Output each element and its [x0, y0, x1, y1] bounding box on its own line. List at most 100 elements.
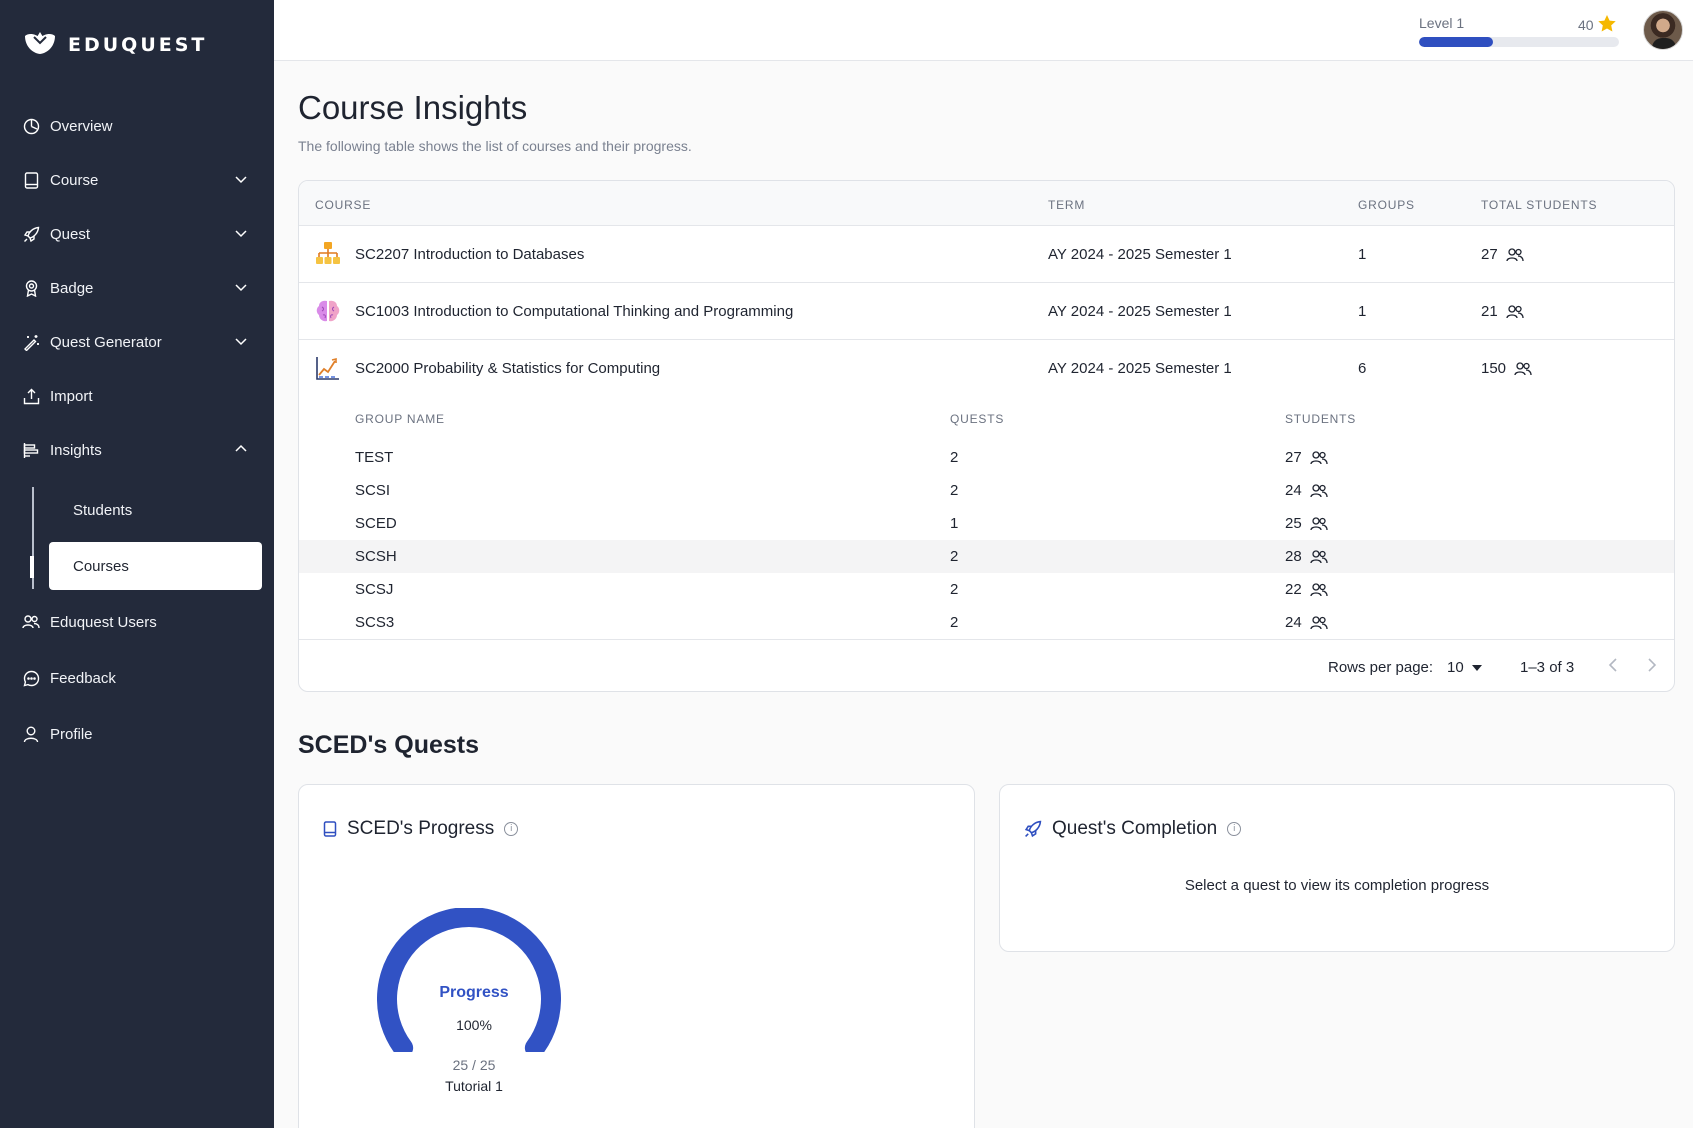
course-term: AY 2024 - 2025 Semester 1 — [1048, 303, 1232, 320]
info-icon[interactable]: i — [504, 822, 519, 836]
completion-empty-message: Select a quest to view its completion pr… — [1184, 877, 1490, 894]
completion-card-title: Quest's Completion i — [1024, 818, 1242, 840]
sidebar-item-label: Profile — [50, 725, 93, 743]
group-name: SCSI — [355, 482, 391, 499]
badge-icon — [22, 279, 40, 297]
rows-per-page-label: Rows per page: — [1328, 659, 1434, 676]
chart-pie-icon — [22, 117, 40, 135]
level-progress-fill — [1419, 37, 1493, 47]
group-students: 24 — [1285, 482, 1328, 499]
pagination-range: 1–3 of 3 — [1520, 659, 1575, 676]
users-icon — [1310, 483, 1328, 497]
rows-per-page-value: 10 — [1447, 659, 1464, 676]
group-header-students: STUDENTS — [1285, 412, 1357, 426]
progress-count: 25 / 25 — [452, 1057, 496, 1073]
avatar[interactable] — [1643, 10, 1683, 50]
group-students: 24 — [1285, 614, 1328, 631]
group-quests: 2 — [950, 581, 959, 598]
group-row-hovered[interactable]: SCSH 2 28 — [299, 540, 1674, 573]
sidebar-subitem-label: Courses — [73, 557, 129, 575]
students-count: 22 — [1285, 581, 1302, 598]
group-row[interactable]: TEST 2 27 — [299, 441, 1674, 474]
group-row[interactable]: SCED 1 25 — [299, 507, 1674, 540]
chevron-down-icon — [234, 334, 248, 352]
sidebar-item-feedback[interactable]: Feedback — [22, 660, 250, 696]
course-groups: 1 — [1358, 246, 1367, 263]
sidebar-item-label: Course — [50, 171, 99, 189]
sidebar-item-profile[interactable]: Profile — [22, 716, 250, 752]
users-icon — [1310, 615, 1328, 629]
students-count: 24 — [1285, 614, 1302, 631]
students-count: 28 — [1285, 548, 1302, 565]
group-students: 22 — [1285, 581, 1328, 598]
sidebar-subitem-courses[interactable]: Courses — [49, 542, 262, 590]
sidebar-item-insights[interactable]: Insights — [22, 432, 250, 468]
points-display: 40 — [1578, 14, 1617, 36]
sidebar-item-course[interactable]: Course — [22, 162, 250, 198]
sidebar-item-import[interactable]: Import — [22, 378, 250, 414]
gauge-value: 100% — [456, 1017, 492, 1033]
sidebar-item-label: Import — [50, 387, 93, 405]
table-row[interactable]: SC1003 Introduction to Computational Thi… — [299, 283, 1674, 340]
group-students: 25 — [1285, 515, 1328, 532]
column-header-course: COURSE — [315, 198, 372, 212]
sidebar-item-quest[interactable]: Quest — [22, 216, 250, 252]
book-icon — [323, 821, 337, 837]
sidebar-item-label: Feedback — [50, 669, 116, 687]
sidebar-item-quest-generator[interactable]: Quest Generator — [22, 324, 250, 360]
students-count: 25 — [1285, 515, 1302, 532]
eduquest-logo-icon — [24, 29, 56, 60]
course-term: AY 2024 - 2025 Semester 1 — [1048, 360, 1232, 377]
column-header-total-students: TOTAL STUDENTS — [1481, 198, 1598, 212]
sidebar-item-label: Insights — [50, 441, 102, 459]
submenu-active-marker — [30, 556, 34, 578]
sidebar-subitem-students[interactable]: Students — [49, 486, 262, 534]
table-header: COURSE TERM GROUPS TOTAL STUDENTS — [299, 181, 1674, 226]
chevron-right-icon — [1648, 658, 1657, 672]
group-row[interactable]: SCSI 2 24 — [299, 474, 1674, 507]
page-title: Course Insights — [298, 89, 528, 126]
sidebar-item-badge[interactable]: Badge — [22, 270, 250, 306]
chevron-down-icon — [234, 226, 248, 244]
page-subtitle: The following table shows the list of co… — [298, 138, 692, 154]
course-students: 150 — [1481, 360, 1532, 377]
sidebar-item-overview[interactable]: Overview — [22, 108, 250, 144]
group-row[interactable]: SCS3 2 24 — [299, 606, 1674, 639]
course-table: COURSE TERM GROUPS TOTAL STUDENTS SC2207… — [298, 180, 1675, 692]
group-students: 28 — [1285, 548, 1328, 565]
chevron-up-icon — [234, 442, 248, 460]
rocket-icon — [22, 225, 40, 243]
sidebar-item-label: Quest — [50, 225, 91, 243]
rows-per-page-select[interactable]: 10 — [1447, 659, 1482, 676]
table-pagination: Rows per page: 10 1–3 of 3 — [299, 639, 1674, 691]
star-icon — [1597, 14, 1617, 36]
users-icon — [1506, 304, 1524, 318]
next-page-button[interactable] — [1644, 657, 1658, 677]
column-header-groups: GROUPS — [1358, 198, 1415, 212]
database-icon — [315, 241, 341, 267]
students-count: 24 — [1285, 482, 1302, 499]
completion-card: Quest's Completion i Select a quest to v… — [999, 784, 1675, 952]
level-label: Level 1 — [1419, 15, 1465, 31]
info-icon[interactable]: i — [1227, 822, 1242, 836]
completion-card-title-text: Quest's Completion — [1052, 818, 1218, 839]
course-name: SC2207 Introduction to Databases — [355, 246, 585, 263]
rocket-icon — [1024, 820, 1042, 838]
sidebar-item-eduquest-users[interactable]: Eduquest Users — [22, 604, 250, 640]
progress-card: SCED's Progress i Progress 100% 25 / 25 … — [298, 784, 975, 1128]
group-name: SCSH — [355, 548, 397, 565]
group-name: SCSJ — [355, 581, 394, 598]
previous-page-button[interactable] — [1607, 657, 1621, 677]
level-progress-bar — [1419, 37, 1619, 47]
course-term: AY 2024 - 2025 Semester 1 — [1048, 246, 1232, 263]
group-students: 27 — [1285, 449, 1328, 466]
brand-logo[interactable]: EDUQUEST — [24, 29, 207, 60]
chevron-down-icon — [234, 172, 248, 190]
users-icon — [1310, 582, 1328, 596]
group-row[interactable]: SCSJ 2 22 — [299, 573, 1674, 606]
table-row[interactable]: SC2207 Introduction to Databases AY 2024… — [299, 226, 1674, 283]
magic-wand-icon — [22, 333, 40, 351]
course-students: 27 — [1481, 246, 1524, 263]
sidebar-subitem-label: Students — [73, 501, 133, 519]
group-quests: 2 — [950, 614, 959, 631]
